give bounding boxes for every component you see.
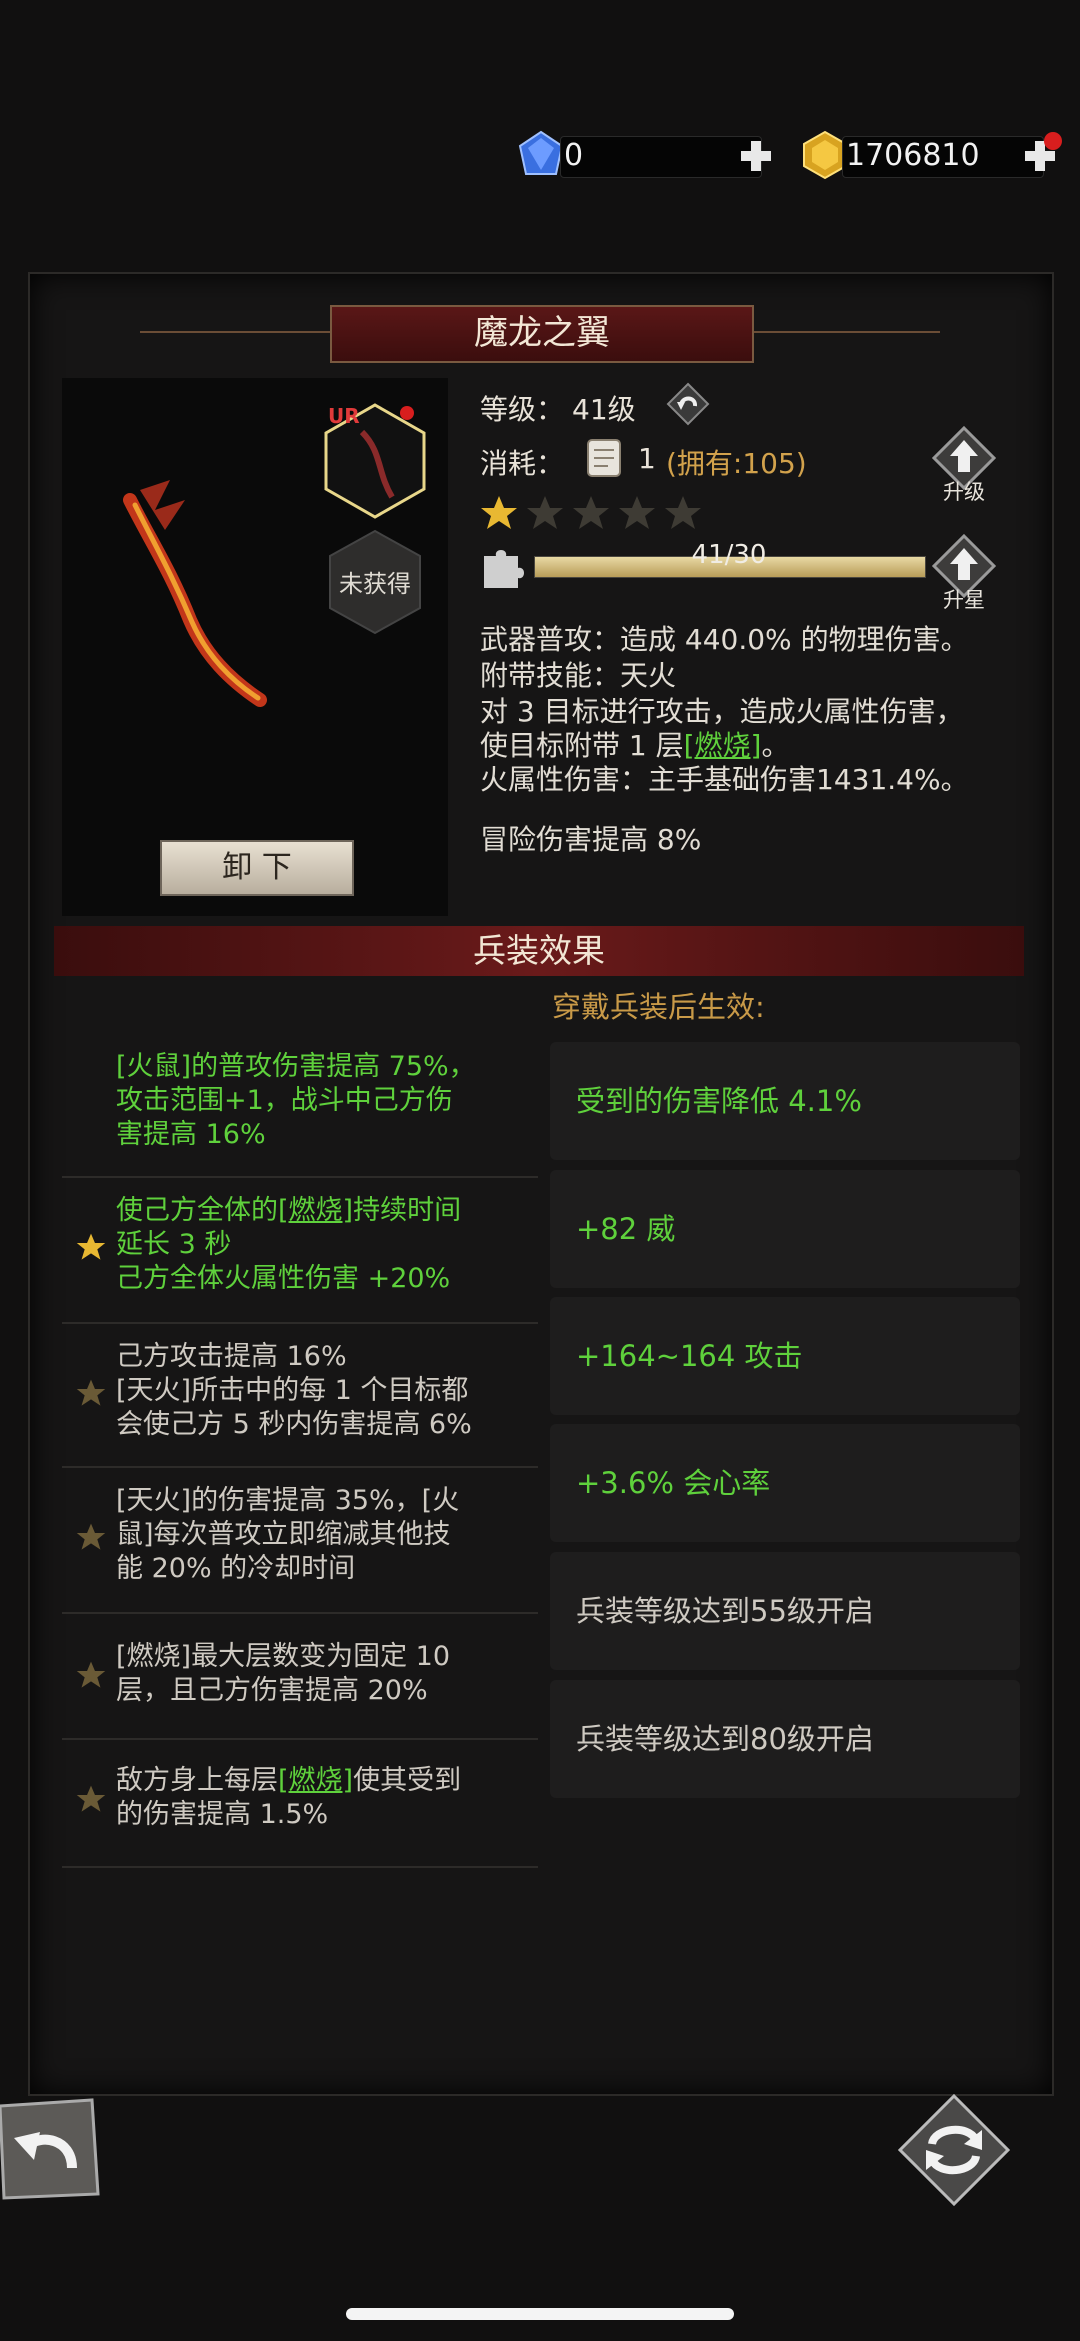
effect-3-line-1: 己方攻击提高 16% (116, 1341, 347, 1372)
bonus-attack: +164~164 攻击 (550, 1297, 1020, 1415)
effect-2-line-3: 己方全体火属性伤害 +20% (116, 1263, 451, 1294)
effect-2-line-1: 使己方全体的[燃烧]持续时间 (116, 1194, 546, 1228)
notification-dot (1044, 132, 1062, 150)
bonus-power: +82 威 (550, 1170, 1020, 1288)
effect-divider (62, 1466, 538, 1468)
effect-divider (62, 1322, 538, 1324)
star-4-icon (619, 496, 655, 529)
star-5-icon (665, 496, 701, 529)
effect-6-line-1: 敌方身上每层[燃烧]使其受到 (116, 1764, 546, 1798)
upgrade-label: 升级 (943, 480, 985, 504)
gem-amount: 0 (564, 138, 584, 173)
cost-label: 消耗： (480, 447, 565, 480)
effect-3-star-icon (76, 1379, 106, 1406)
gem-pill (560, 136, 762, 178)
effect-1-line-2: 攻击范围+1，战斗中己方伤 (116, 1085, 453, 1116)
star-progress-text: 41/30 (691, 540, 767, 570)
effect-1-line-1: [火鼠]的普攻伤害提高 75%， (116, 1051, 476, 1082)
item-title: 魔龙之翼 (330, 305, 754, 363)
back-button-icon[interactable] (0, 2098, 100, 2202)
swap-button-icon[interactable] (898, 2094, 1010, 2206)
unequip-button[interactable]: 卸 下 (160, 840, 354, 896)
cost-amount: 1 (638, 442, 656, 475)
bonus-damage-reduction: 受到的伤害降低 4.1% (550, 1042, 1020, 1160)
effect-6-line-1-pre: 敌方身上每层 (116, 1765, 278, 1796)
star-rating (480, 494, 720, 534)
star-2-icon (527, 496, 563, 529)
effect-row-6: 敌方身上每层[燃烧]使其受到 的伤害提高 1.5% (62, 1764, 538, 1840)
effect-divider (62, 1738, 538, 1740)
effect-row-4: [天火]的伤害提高 35%，[火 鼠]每次普攻立即缩减其他技 能 20% 的冷却… (62, 1484, 538, 1594)
rarity-dot (400, 406, 414, 420)
puzzle-fragment-icon (484, 550, 524, 588)
effect-6-star-icon (76, 1785, 106, 1812)
effect-row-2: 使己方全体的[燃烧]持续时间 延长 3 秒 己方全体火属性伤害 +20% (62, 1194, 538, 1304)
effect-3-line-3: 会使己方 5 秒内伤害提高 6% (116, 1409, 472, 1440)
star-3-icon (573, 496, 609, 529)
wear-hint: 穿戴兵装后生效: (552, 990, 765, 1024)
effect-5-star-icon (76, 1661, 106, 1688)
gold-amount: 1706810 (846, 138, 980, 173)
effect-divider (62, 1176, 538, 1178)
desc-line-1: 武器普攻：造成 440.0% 的物理伤害。 (480, 623, 969, 656)
level-refresh-icon[interactable] (666, 382, 710, 426)
desc-line-4-pre: 使目标附带 1 层 (480, 729, 684, 762)
level-label: 等级： (480, 393, 565, 426)
weapon-image-icon (123, 480, 267, 707)
effect-2-star-icon (76, 1233, 106, 1260)
home-indicator (346, 2308, 734, 2320)
scroll-material-icon (587, 439, 621, 477)
banner-line-left (140, 331, 330, 333)
banner-line-right (750, 331, 940, 333)
desc-line-2: 附带技能：天火 (480, 659, 677, 692)
star-up-label: 升星 (943, 588, 985, 612)
effect-5-line-1: [燃烧]最大层数变为固定 10 (116, 1641, 451, 1672)
effect-4-line-2: 鼠]每次普攻立即缩减其他技 (116, 1519, 451, 1550)
add-gems-button[interactable] (738, 138, 774, 174)
effect-2-line-1-pre: 使己方全体的 (116, 1195, 278, 1226)
effect-6-line-2: 的伤害提高 1.5% (116, 1799, 329, 1830)
section-header-equipment-effects: 兵装效果 (54, 926, 1024, 976)
effect-2-burn-link[interactable]: [燃烧] (278, 1195, 353, 1226)
effect-3-line-2: [天火]所击中的每 1 个目标都 (116, 1375, 469, 1406)
star-1-icon (481, 496, 517, 529)
desc-line-6: 冒险伤害提高 8% (480, 823, 702, 856)
effect-4-line-3: 能 20% 的冷却时间 (116, 1553, 356, 1584)
burn-keyword-link[interactable]: [燃烧] (684, 729, 762, 762)
effect-2-line-2: 延长 3 秒 (116, 1229, 232, 1260)
effect-1-line-3: 害提高 16% (116, 1119, 266, 1150)
level-value: 41级 (572, 393, 636, 426)
effect-divider (62, 1612, 538, 1614)
bonus-crit-rate: +3.6% 会心率 (550, 1424, 1020, 1542)
desc-line-4-post: 。 (761, 729, 790, 762)
effect-row-3: 己方攻击提高 16% [天火]所击中的每 1 个目标都 会使己方 5 秒内伤害提… (62, 1340, 538, 1450)
status-text: 未获得 (339, 570, 411, 598)
effect-row-5: [燃烧]最大层数变为固定 10 层，且己方伤害提高 20% (62, 1640, 538, 1716)
effect-6-burn-link[interactable]: [燃烧] (278, 1765, 353, 1796)
effect-4-star-icon (76, 1523, 106, 1550)
gem-icon (518, 130, 564, 175)
effect-2-line-1-post: 持续时间 (353, 1195, 462, 1226)
rarity-badge: UR (328, 404, 360, 428)
effect-divider (62, 1866, 538, 1868)
effect-6-line-1-post: 使其受到 (353, 1765, 462, 1796)
bonus-locked-55: 兵装等级达到55级开启 (550, 1552, 1020, 1670)
effect-5-line-2: 层，且己方伤害提高 20% (116, 1675, 428, 1706)
effect-4-line-1: [天火]的伤害提高 35%，[火 (116, 1485, 460, 1516)
bonus-locked-80: 兵装等级达到80级开启 (550, 1680, 1020, 1798)
desc-line-5: 火属性伤害：主手基础伤害1431.4%。 (480, 763, 969, 796)
effect-row-1: [火鼠]的普攻伤害提高 75%， 攻击范围+1，战斗中己方伤 害提高 16% (62, 1050, 538, 1160)
cost-owned: (拥有:105) (666, 447, 807, 480)
